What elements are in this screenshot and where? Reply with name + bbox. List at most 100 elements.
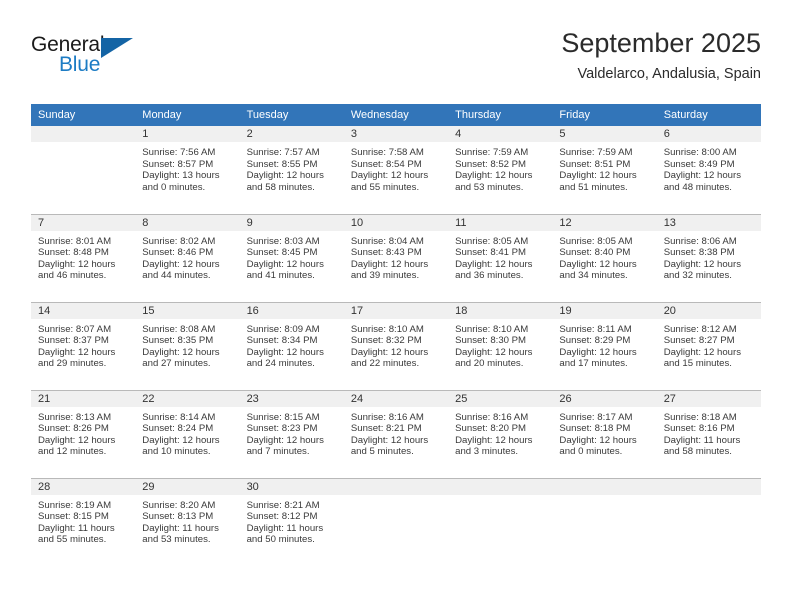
calendar-day-cell[interactable]: 29 Sunrise: 8:20 AM Sunset: 8:13 PM Dayligh… xyxy=(135,477,240,566)
calendar-day-cell[interactable]: 5 Sunrise: 7:59 AM Sunset: 8:51 PM Daylight… xyxy=(552,126,657,214)
sunrise-text: Sunrise: 8:10 AM xyxy=(350,323,424,335)
sunrise-text: Sunrise: 8:21 AM xyxy=(246,499,320,511)
calendar-day-cell[interactable]: 26 Sunrise: 8:17 AM Sunset: 8:18 PM Dayligh… xyxy=(552,389,657,478)
day-number: 26 xyxy=(552,390,657,407)
calendar-week-row: 7 Sunrise: 8:01 AM Sunset: 8:48 PM Daylight… xyxy=(31,213,761,302)
calendar-day-cell[interactable]: 7 Sunrise: 8:01 AM Sunset: 8:48 PM Daylight… xyxy=(31,213,136,302)
triangle-icon xyxy=(101,38,133,58)
calendar-day-cell[interactable]: 10 Sunrise: 8:04 AM Sunset: 8:43 PM Dayligh… xyxy=(343,213,449,302)
calendar-day-cell[interactable]: 13 Sunrise: 8:06 AM Sunset: 8:38 PM Dayligh… xyxy=(656,213,761,302)
sunset-text: Sunset: 8:43 PM xyxy=(350,247,422,259)
calendar-day-cell[interactable]: 11 Sunrise: 8:05 AM Sunset: 8:41 PM Dayligh… xyxy=(448,213,553,302)
calendar-day-cell[interactable]: 1 Sunrise: 7:56 AM Sunset: 8:57 PM Daylight… xyxy=(135,126,240,214)
sunset-text: Sunset: 8:27 PM xyxy=(663,335,735,347)
sunset-text: Sunset: 8:12 PM xyxy=(246,511,318,523)
calendar-day-cell[interactable]: 14 Sunrise: 8:07 AM Sunset: 8:37 PM Dayligh… xyxy=(31,301,136,390)
sunset-text: Sunset: 8:21 PM xyxy=(350,423,422,435)
weekday-header-friday: Friday xyxy=(552,104,657,126)
day-number: 10 xyxy=(343,214,449,231)
daylight-text: Daylight: 12 hours and 41 minutes. xyxy=(246,258,324,282)
weekday-header-row: Sunday Monday Tuesday Wednesday Thursday… xyxy=(31,104,761,126)
calendar-day-cell[interactable]: 30 Sunrise: 8:21 AM Sunset: 8:12 PM Dayligh… xyxy=(239,477,344,566)
day-number: 24 xyxy=(343,390,449,407)
calendar-day-cell[interactable]: 16 Sunrise: 8:09 AM Sunset: 8:34 PM Dayligh… xyxy=(239,301,344,390)
calendar-day-cell[interactable]: 19 Sunrise: 8:11 AM Sunset: 8:29 PM Dayligh… xyxy=(552,301,657,390)
day-number: 14 xyxy=(31,302,136,319)
calendar-day-cell[interactable]: 12 Sunrise: 8:05 AM Sunset: 8:40 PM Dayligh… xyxy=(552,213,657,302)
day-number: 29 xyxy=(135,478,240,495)
generalblue-logo[interactable]: General Blue xyxy=(31,33,151,79)
calendar-day-cell-empty xyxy=(31,126,136,214)
day-info: Sunrise: 7:59 AM Sunset: 8:52 PM Daylight:… xyxy=(448,142,552,193)
calendar-day-cell[interactable]: 4 Sunrise: 7:59 AM Sunset: 8:52 PM Daylight… xyxy=(448,126,553,214)
day-info: Sunrise: 8:01 AM Sunset: 8:48 PM Daylight:… xyxy=(31,231,135,282)
day-info: Sunrise: 8:05 AM Sunset: 8:41 PM Daylight:… xyxy=(448,231,552,282)
daylight-text: Daylight: 12 hours and 22 minutes. xyxy=(350,346,429,370)
calendar-day-cell[interactable]: 24 Sunrise: 8:16 AM Sunset: 8:21 PM Dayligh… xyxy=(343,389,449,478)
weekday-header-wednesday: Wednesday xyxy=(343,104,449,126)
daylight-text: Daylight: 12 hours and 44 minutes. xyxy=(142,258,220,282)
sunrise-text: Sunrise: 8:17 AM xyxy=(559,411,633,423)
daylight-text: Daylight: 12 hours and 55 minutes. xyxy=(350,170,429,193)
calendar-day-cell-empty xyxy=(552,477,657,566)
weekday-header-saturday: Saturday xyxy=(656,104,761,126)
daylight-text: Daylight: 12 hours and 46 minutes. xyxy=(38,258,116,282)
sunset-text: Sunset: 8:35 PM xyxy=(142,335,214,347)
sunrise-text: Sunrise: 8:04 AM xyxy=(350,235,424,247)
sunrise-text: Sunrise: 8:16 AM xyxy=(455,411,529,423)
day-info: Sunrise: 8:05 AM Sunset: 8:40 PM Daylight:… xyxy=(552,231,656,282)
day-number: 22 xyxy=(135,390,240,407)
day-number: 6 xyxy=(656,126,761,142)
sunset-text: Sunset: 8:23 PM xyxy=(246,423,318,435)
daylight-text: Daylight: 12 hours and 12 minutes. xyxy=(38,434,116,458)
calendar-day-cell-empty xyxy=(448,477,553,566)
day-info: Sunrise: 8:21 AM Sunset: 8:12 PM Daylight:… xyxy=(240,495,344,546)
calendar-day-cell[interactable]: 9 Sunrise: 8:03 AM Sunset: 8:45 PM Daylight… xyxy=(239,213,344,302)
day-info: Sunrise: 8:17 AM Sunset: 8:18 PM Daylight:… xyxy=(552,407,656,458)
day-number: 21 xyxy=(31,390,136,407)
sunrise-text: Sunrise: 8:08 AM xyxy=(142,323,216,335)
calendar-day-cell[interactable]: 21 Sunrise: 8:13 AM Sunset: 8:26 PM Dayligh… xyxy=(31,389,136,478)
daylight-text: Daylight: 12 hours and 53 minutes. xyxy=(455,170,533,193)
calendar-day-cell[interactable]: 15 Sunrise: 8:08 AM Sunset: 8:35 PM Dayligh… xyxy=(135,301,240,390)
daylight-text: Daylight: 11 hours and 55 minutes. xyxy=(38,522,115,546)
daylight-text: Daylight: 12 hours and 24 minutes. xyxy=(246,346,324,370)
sunrise-text: Sunrise: 8:09 AM xyxy=(246,323,320,335)
day-info: Sunrise: 7:56 AM Sunset: 8:57 PM Daylight:… xyxy=(135,142,239,193)
calendar-day-cell[interactable]: 6 Sunrise: 8:00 AM Sunset: 8:49 PM Daylight… xyxy=(656,126,761,214)
calendar-week-row: 28 Sunrise: 8:19 AM Sunset: 8:15 PM Dayligh… xyxy=(31,477,761,566)
daylight-text: Daylight: 11 hours and 58 minutes. xyxy=(663,434,741,458)
daylight-text: Daylight: 12 hours and 36 minutes. xyxy=(455,258,533,282)
calendar-day-cell[interactable]: 8 Sunrise: 8:02 AM Sunset: 8:46 PM Daylight… xyxy=(135,213,240,302)
calendar-day-cell[interactable]: 23 Sunrise: 8:15 AM Sunset: 8:23 PM Dayligh… xyxy=(239,389,344,478)
calendar-day-cell[interactable]: 18 Sunrise: 8:10 AM Sunset: 8:30 PM Dayligh… xyxy=(448,301,553,390)
daylight-text: Daylight: 12 hours and 51 minutes. xyxy=(559,170,637,193)
daylight-text: Daylight: 12 hours and 10 minutes. xyxy=(142,434,220,458)
sunrise-text: Sunrise: 7:56 AM xyxy=(142,147,216,158)
calendar-day-cell[interactable]: 25 Sunrise: 8:16 AM Sunset: 8:20 PM Dayligh… xyxy=(448,389,553,478)
sunset-text: Sunset: 8:55 PM xyxy=(246,158,318,170)
sunset-text: Sunset: 8:45 PM xyxy=(246,247,318,259)
day-number xyxy=(448,478,553,495)
day-info: Sunrise: 7:58 AM Sunset: 8:54 PM Daylight:… xyxy=(344,142,448,193)
sunrise-text: Sunrise: 8:11 AM xyxy=(559,323,632,335)
calendar-day-cell[interactable]: 17 Sunrise: 8:10 AM Sunset: 8:32 PM Dayligh… xyxy=(343,301,449,390)
day-number: 19 xyxy=(552,302,657,319)
day-number xyxy=(343,478,449,495)
calendar-day-cell[interactable]: 27 Sunrise: 8:18 AM Sunset: 8:16 PM Dayligh… xyxy=(656,389,761,478)
day-number xyxy=(31,126,136,142)
sunrise-text: Sunrise: 8:18 AM xyxy=(663,411,737,423)
day-number: 15 xyxy=(135,302,240,319)
day-number: 9 xyxy=(239,214,344,231)
calendar-day-cell[interactable]: 28 Sunrise: 8:19 AM Sunset: 8:15 PM Dayligh… xyxy=(31,477,136,566)
calendar-day-cell[interactable]: 3 Sunrise: 7:58 AM Sunset: 8:54 PM Daylight… xyxy=(343,126,449,214)
page-title: September 2025 xyxy=(561,28,761,58)
calendar-day-cell[interactable]: 2 Sunrise: 7:57 AM Sunset: 8:55 PM Daylight… xyxy=(239,126,344,214)
daylight-text: Daylight: 12 hours and 32 minutes. xyxy=(663,258,742,282)
calendar-day-cell[interactable]: 20 Sunrise: 8:12 AM Sunset: 8:27 PM Dayligh… xyxy=(656,301,761,390)
sunset-text: Sunset: 8:38 PM xyxy=(663,247,735,259)
sunset-text: Sunset: 8:34 PM xyxy=(246,335,318,347)
sunrise-text: Sunrise: 7:59 AM xyxy=(559,147,633,158)
calendar-day-cell[interactable]: 22 Sunrise: 8:14 AM Sunset: 8:24 PM Dayligh… xyxy=(135,389,240,478)
sunrise-text: Sunrise: 8:00 AM xyxy=(663,147,737,158)
